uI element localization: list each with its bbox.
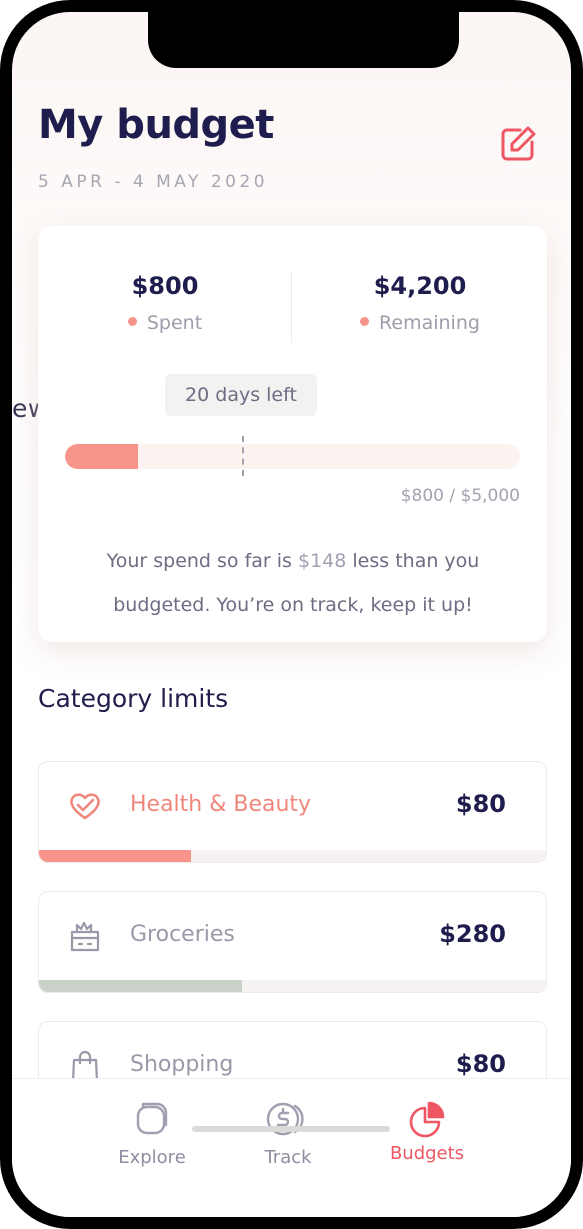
budget-summary-card: $800 Spent $4,200 Remaining 20 days left… xyxy=(38,226,547,642)
coins-icon xyxy=(266,1102,304,1136)
tab-label: Explore xyxy=(118,1147,186,1168)
tab-label: Track xyxy=(264,1147,312,1168)
today-marker xyxy=(242,436,245,476)
home-indicator xyxy=(192,1126,390,1132)
category-amount: $80 xyxy=(455,1050,506,1078)
edit-button[interactable] xyxy=(498,124,538,164)
category-amount: $80 xyxy=(455,790,506,818)
category-card-health-beauty[interactable]: Health & Beauty $80 xyxy=(38,761,547,863)
spent-stat: $800 Spent xyxy=(38,272,292,334)
category-name: Groceries xyxy=(130,922,235,947)
screen: ews My budget 5 APR - 4 MAY 2020 $800 Sp… xyxy=(12,12,571,1217)
budget-progress-fill xyxy=(65,444,138,469)
category-card-groceries[interactable]: Groceries $280 xyxy=(38,891,547,993)
notch xyxy=(148,12,459,68)
budget-progress-bar xyxy=(65,444,520,469)
remaining-amount: $4,200 xyxy=(373,272,467,300)
page-title: My budget xyxy=(38,102,274,148)
progress-text: $800 / $5,000 xyxy=(400,486,520,506)
budget-message: Your spend so far is $148 less than you … xyxy=(68,539,518,627)
message-start: Your spend so far is xyxy=(106,550,298,572)
remaining-dot xyxy=(360,317,370,326)
tab-track[interactable]: Track xyxy=(228,1099,348,1168)
spent-amount: $800 xyxy=(131,272,199,300)
date-range: 5 APR - 4 MAY 2020 xyxy=(38,172,269,192)
spent-label: Spent xyxy=(146,312,203,334)
message-highlight: $148 xyxy=(298,550,347,572)
spent-dot xyxy=(127,317,137,326)
explore-icon xyxy=(136,1102,168,1135)
grocery-bag-icon xyxy=(70,921,100,952)
heart-check-icon xyxy=(70,793,100,820)
category-progress-bar xyxy=(39,850,546,862)
days-left-badge: 20 days left xyxy=(165,374,317,416)
remaining-stat: $4,200 Remaining xyxy=(293,272,547,334)
category-progress-fill xyxy=(39,850,192,862)
tab-explore[interactable]: Explore xyxy=(92,1099,212,1168)
remaining-label: Remaining xyxy=(379,312,480,334)
category-progress-bar xyxy=(39,980,546,992)
bottom-tab-bar: Explore Track Budgets xyxy=(12,1078,571,1217)
category-name: Health & Beauty xyxy=(130,792,312,817)
category-amount: $280 xyxy=(439,920,506,948)
pie-chart-icon xyxy=(409,1101,445,1138)
section-title-category-limits: Category limits xyxy=(38,684,229,713)
phone-frame: ews My budget 5 APR - 4 MAY 2020 $800 Sp… xyxy=(0,0,583,1229)
tab-label: Budgets xyxy=(389,1143,465,1164)
category-progress-fill xyxy=(39,980,242,992)
category-name: Shopping xyxy=(130,1052,234,1077)
edit-icon xyxy=(501,126,536,161)
stat-divider xyxy=(291,271,292,343)
